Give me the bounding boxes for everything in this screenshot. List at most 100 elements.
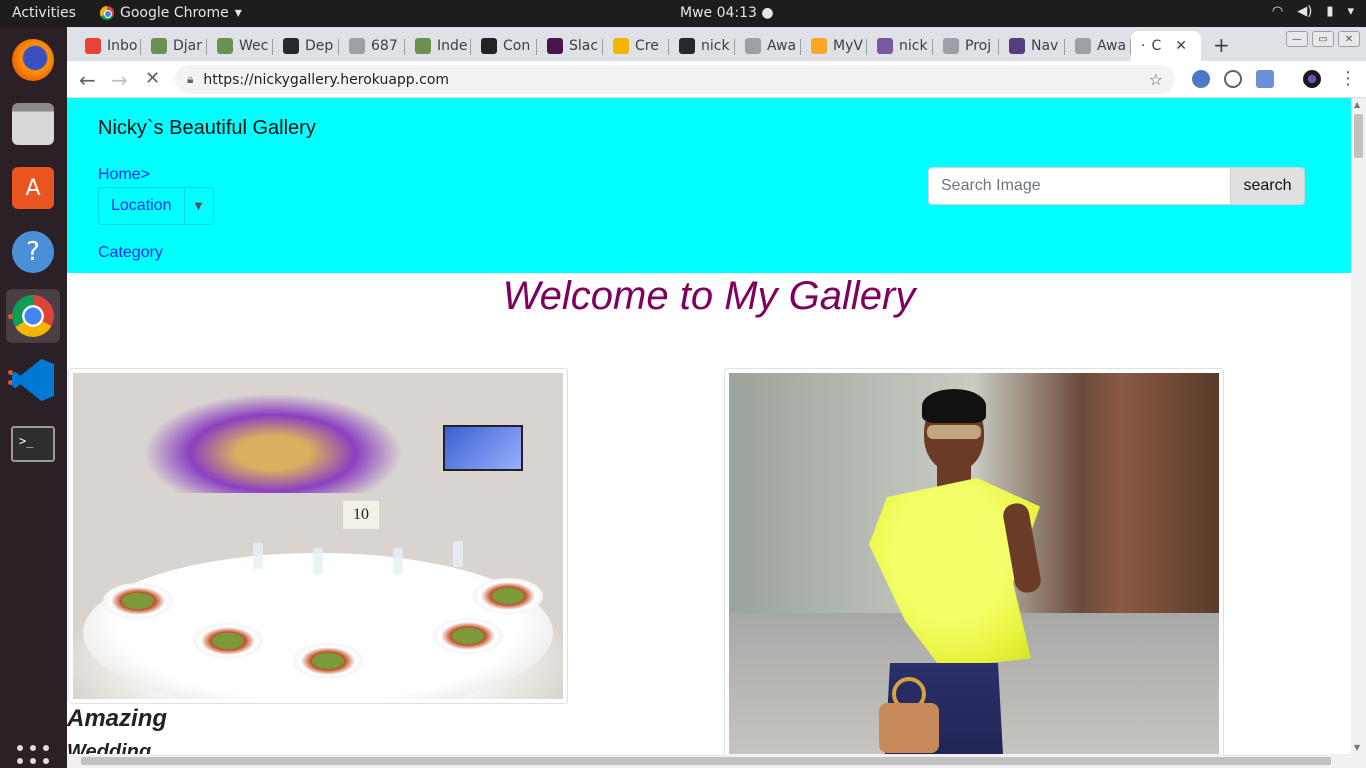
github-icon bbox=[283, 38, 299, 54]
dock-help[interactable]: ? bbox=[6, 225, 60, 279]
django-icon bbox=[217, 38, 233, 54]
loading-icon: · bbox=[1141, 38, 1146, 54]
help-icon: ? bbox=[12, 231, 54, 273]
glass bbox=[313, 548, 323, 574]
browser-tab[interactable]: Inde bbox=[405, 31, 471, 61]
chevron-down-icon: ▾ bbox=[234, 5, 242, 21]
show-applications-button[interactable] bbox=[17, 745, 49, 768]
browser-tab[interactable]: Dep bbox=[273, 31, 339, 61]
browser-tab[interactable]: Awa bbox=[1065, 31, 1131, 61]
site-brand[interactable]: Nicky`s Beautiful Gallery bbox=[98, 117, 316, 140]
search-input[interactable] bbox=[928, 167, 1231, 205]
dock-vscode[interactable] bbox=[6, 353, 60, 407]
browser-tab-active[interactable]: · C ✕ bbox=[1131, 31, 1201, 61]
banquet-image: 10 bbox=[73, 373, 563, 699]
close-tab-icon[interactable]: ✕ bbox=[1175, 38, 1187, 54]
avatar[interactable] bbox=[1303, 70, 1321, 88]
stop-loading-icon[interactable]: ✕ bbox=[145, 68, 160, 89]
page-title: Welcome to My Gallery bbox=[502, 274, 916, 318]
browser-tab[interactable]: Proj bbox=[933, 31, 999, 61]
dock-chrome[interactable] bbox=[6, 289, 60, 343]
minimize-button[interactable]: — bbox=[1286, 31, 1308, 47]
system-tray[interactable]: ◠ ◀) ▮ ▾ bbox=[1272, 4, 1354, 19]
home-link[interactable]: Home> bbox=[98, 166, 150, 184]
tab-label: Inde bbox=[437, 38, 468, 54]
scroll-up-icon[interactable]: ▲ bbox=[1354, 100, 1360, 109]
browser-tab[interactable]: MyV bbox=[801, 31, 867, 61]
doc-icon bbox=[349, 38, 365, 54]
browser-tab[interactable]: Inbo bbox=[75, 31, 141, 61]
scroll-thumb[interactable] bbox=[1354, 114, 1363, 158]
new-tab-button[interactable]: + bbox=[1213, 33, 1230, 57]
gallery-card[interactable] bbox=[724, 368, 1224, 754]
extension-icon[interactable] bbox=[1192, 70, 1210, 88]
chrome-icon bbox=[12, 295, 54, 337]
vscode-icon bbox=[12, 359, 54, 401]
plate bbox=[433, 618, 503, 654]
back-icon[interactable]: ← bbox=[79, 68, 96, 92]
tab-label: Wec bbox=[239, 38, 269, 54]
dock: A ? >_ bbox=[0, 27, 67, 768]
handbag bbox=[879, 703, 939, 753]
bookmark-star-icon[interactable]: ☆ bbox=[1149, 70, 1163, 89]
dock-files[interactable] bbox=[6, 97, 60, 151]
doc-icon bbox=[745, 38, 761, 54]
browser-tab[interactable]: Slac bbox=[537, 31, 603, 61]
browser-tab[interactable]: nick bbox=[867, 31, 933, 61]
browser-toolbar: ← → ✕ 🔒︎ https://nickygallery.herokuapp.… bbox=[67, 61, 1366, 98]
lock-icon[interactable]: 🔒︎ bbox=[187, 72, 193, 87]
tab-label: Awa bbox=[1097, 38, 1127, 54]
dock-firefox[interactable] bbox=[6, 33, 60, 87]
scroll-down-icon[interactable]: ▼ bbox=[1354, 743, 1360, 752]
close-window-button[interactable]: ✕ bbox=[1338, 31, 1360, 47]
slides-icon bbox=[613, 38, 629, 54]
tab-label: Proj bbox=[965, 38, 992, 54]
tab-label: MyV bbox=[833, 38, 863, 54]
tab-label: Dep bbox=[305, 38, 334, 54]
tab-label: C bbox=[1151, 38, 1162, 54]
browser-tab[interactable]: 687 bbox=[339, 31, 405, 61]
menu-dots-icon[interactable]: ⋮ bbox=[1339, 68, 1357, 89]
tab-label: nick bbox=[701, 38, 730, 54]
location-button[interactable]: Location bbox=[99, 188, 185, 224]
dock-terminal[interactable]: >_ bbox=[6, 417, 60, 471]
plate bbox=[193, 623, 263, 659]
image-caption-title: Amazing bbox=[67, 705, 168, 732]
forward-icon[interactable]: → bbox=[111, 68, 128, 92]
chevron-down-icon[interactable]: ▼ bbox=[185, 188, 213, 224]
django-icon bbox=[415, 38, 431, 54]
github-icon bbox=[679, 38, 695, 54]
chrome-icon bbox=[100, 6, 114, 20]
scroll-thumb[interactable] bbox=[81, 757, 1331, 765]
image-caption-subtitle: Wedding bbox=[67, 741, 152, 754]
browser-tab[interactable]: nick bbox=[669, 31, 735, 61]
search-button[interactable]: search bbox=[1230, 167, 1305, 205]
vertical-scrollbar[interactable]: ▲ ▼ bbox=[1351, 98, 1366, 754]
clock[interactable]: Mwe 04:13 ● bbox=[680, 5, 774, 21]
extension-icon[interactable] bbox=[1224, 70, 1242, 88]
maximize-button[interactable]: ▭ bbox=[1312, 31, 1334, 47]
window-controls: — ▭ ✕ bbox=[1286, 31, 1360, 47]
address-bar[interactable]: 🔒︎ https://nickygallery.herokuapp.com ☆ bbox=[175, 65, 1175, 94]
doc-icon bbox=[943, 38, 959, 54]
app-menu[interactable]: Google Chrome ▾ bbox=[100, 5, 242, 21]
glass bbox=[393, 548, 403, 574]
tab-strip: + — ▭ ✕ Inbo Djar Wec Dep 687 Inde Con Slac Cre n… bbox=[67, 27, 1366, 61]
tab-label: Nav bbox=[1031, 38, 1059, 54]
horizontal-scrollbar[interactable] bbox=[67, 754, 1366, 768]
dock-software[interactable]: A bbox=[6, 161, 60, 215]
plate bbox=[103, 583, 173, 619]
activities-button[interactable]: Activities bbox=[12, 5, 76, 21]
browser-tab[interactable]: Con bbox=[471, 31, 537, 61]
browser-tab[interactable]: Djar bbox=[141, 31, 207, 61]
category-link[interactable]: Category bbox=[98, 244, 163, 262]
browser-tab[interactable]: Awa bbox=[735, 31, 801, 61]
gallery-card[interactable]: 10 bbox=[68, 368, 568, 704]
browser-tab[interactable]: Nav bbox=[999, 31, 1065, 61]
browser-tab[interactable]: Wec bbox=[207, 31, 273, 61]
url-text: https://nickygallery.herokuapp.com bbox=[203, 71, 450, 88]
running-indicator bbox=[8, 314, 13, 319]
browser-tab[interactable]: Cre bbox=[603, 31, 669, 61]
extension-icon[interactable] bbox=[1256, 70, 1274, 88]
django-icon bbox=[151, 38, 167, 54]
